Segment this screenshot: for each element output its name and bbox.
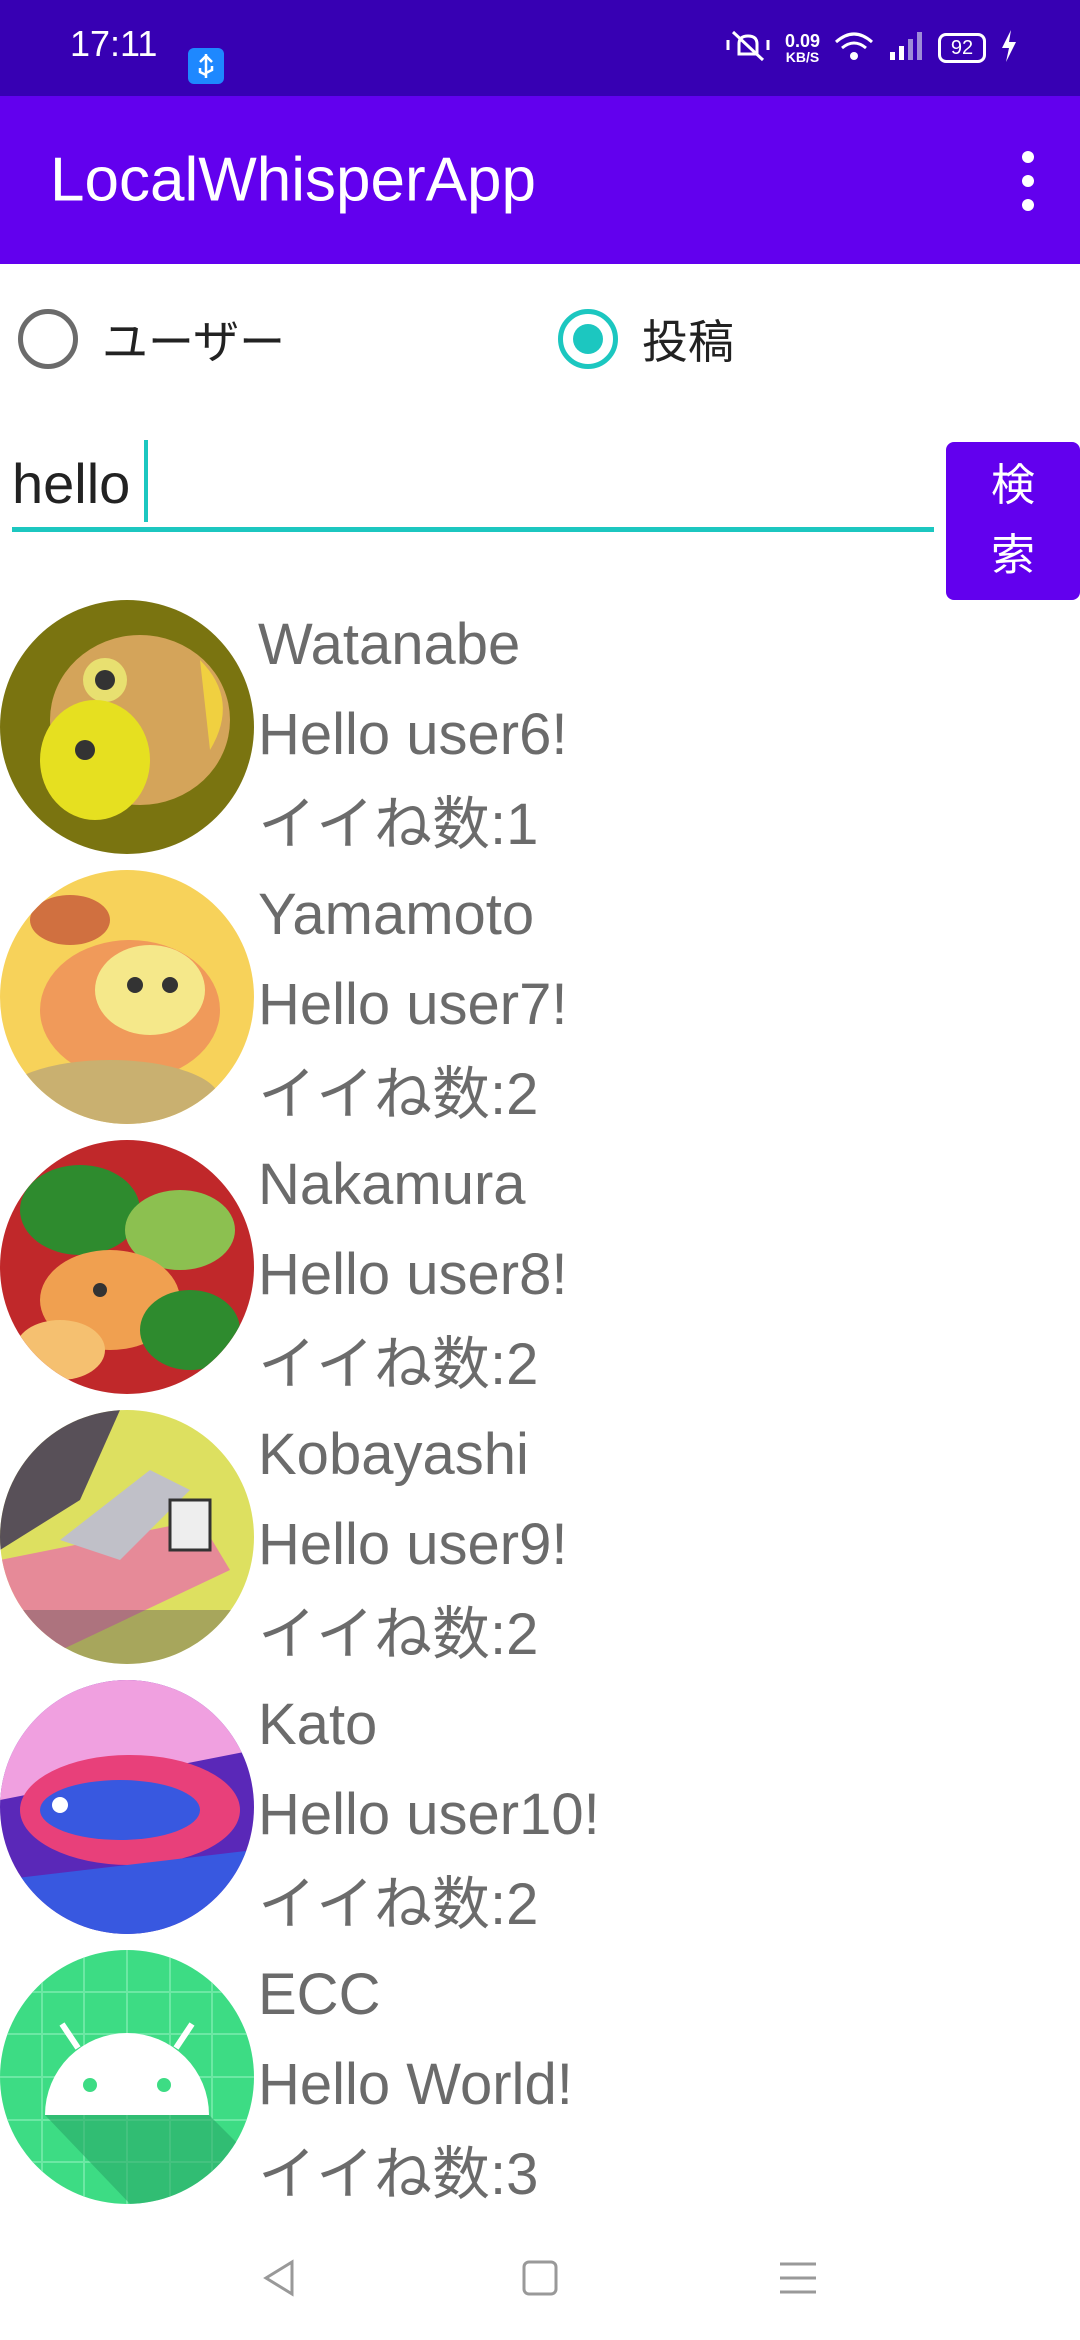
post-author: Watanabe [258,612,521,677]
radio-users-label: ユーザー [102,316,286,368]
network-speed: 0.09 KB/S [785,32,820,64]
radio-posts[interactable]: 投稿 [558,306,734,372]
post-message: Hello user6! [258,702,568,767]
mute-vibrate-icon [725,28,771,69]
post-message: Hello user7! [258,972,568,1037]
post-author: Kobayashi [258,1422,529,1487]
post-author: Nakamura [258,1152,526,1217]
list-item[interactable]: Kobayashi Hello user9! イイね数:2 [0,1410,1080,1680]
search-type-radio-group: ユーザー 投稿 [0,296,1080,376]
avatar [0,1680,254,1934]
post-likes: イイね数:2 [258,1602,539,1667]
speed-value: 0.09 [784,31,820,51]
post-text: Kato Hello user10! イイね数:2 [258,1680,600,1950]
speed-unit: KB/S [785,49,820,65]
post-text: Watanabe Hello user6! イイね数:1 [258,600,567,870]
search-button-label-2: 索 [991,531,1035,580]
post-text: Kobayashi Hello user9! イイね数:2 [258,1410,567,1680]
post-text: ECC Hello World! イイね数:3 [258,1950,573,2220]
android-avatar [0,1950,254,2204]
post-message: Hello user10! [258,1782,600,1847]
post-text: Nakamura Hello user8! イイね数:2 [258,1140,567,1410]
post-list[interactable]: Watanabe Hello user6! イイね数:1 Yamamoto He… [0,600,1080,2220]
system-nav-bar [0,2218,1080,2340]
search-input[interactable] [12,440,934,532]
app-bar: LocalWhisperApp [0,96,1080,264]
post-likes: イイね数:3 [258,2142,539,2207]
radio-posts-label: 投稿 [642,316,734,368]
usb-icon [188,48,224,84]
overflow-menu-icon[interactable] [1022,151,1038,211]
post-message: Hello World! [258,2052,573,2117]
radio-posts-circle[interactable] [558,309,618,369]
signal-icon [888,30,924,67]
search-button[interactable]: 検 索 [946,442,1080,600]
post-author: Kato [258,1692,378,1757]
avatar [0,1410,254,1664]
home-icon[interactable] [518,2256,562,2300]
post-text: Yamamoto Hello user7! イイね数:2 [258,870,567,1140]
radio-users[interactable]: ユーザー [18,306,285,372]
avatar [0,600,254,854]
post-author: ECC [258,1962,381,2027]
search-area: 検 索 [0,440,1080,610]
list-item[interactable]: Nakamura Hello user8! イイね数:2 [0,1140,1080,1410]
back-icon[interactable] [258,2256,302,2300]
post-message: Hello user9! [258,1512,568,1577]
post-likes: イイね数:2 [258,1062,539,1127]
charging-icon [1000,29,1018,67]
wifi-icon [834,30,874,67]
status-bar: 17:11 0.09 KB/S 92 [0,0,1080,96]
radio-users-circle[interactable] [18,309,78,369]
text-cursor [144,440,148,522]
status-time: 17:11 [70,23,158,64]
status-icons: 0.09 KB/S 92 [725,24,1018,72]
post-message: Hello user8! [258,1242,568,1307]
list-item[interactable]: ECC Hello World! イイね数:3 [0,1950,1080,2220]
search-button-label-1: 検 [991,461,1035,510]
list-item[interactable]: Watanabe Hello user6! イイね数:1 [0,600,1080,870]
post-author: Yamamoto [258,882,535,947]
list-item[interactable]: Kato Hello user10! イイね数:2 [0,1680,1080,1950]
battery-indicator: 92 [938,33,986,63]
app-title: LocalWhisperApp [50,145,536,215]
list-item[interactable]: Yamamoto Hello user7! イイね数:2 [0,870,1080,1140]
post-likes: イイね数:1 [258,792,539,857]
post-likes: イイね数:2 [258,1872,539,1937]
post-likes: イイね数:2 [258,1332,539,1397]
avatar [0,870,254,1124]
avatar [0,1140,254,1394]
recents-icon[interactable] [776,2256,820,2300]
